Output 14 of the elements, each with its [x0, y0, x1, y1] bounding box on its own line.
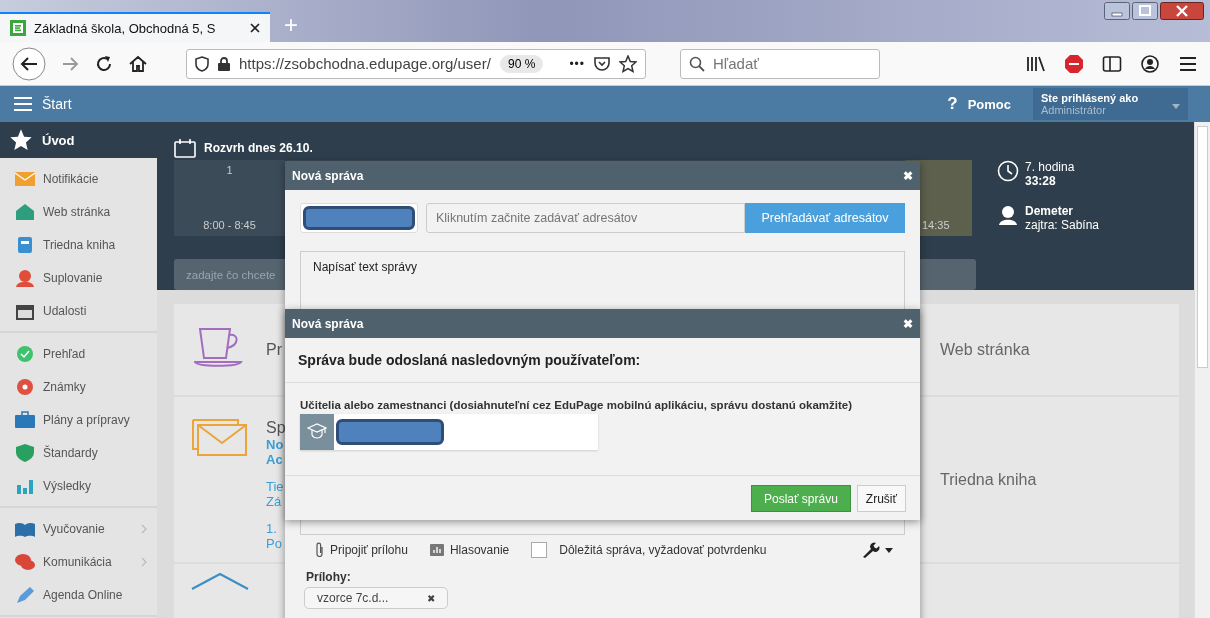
tomorrow-text: zajtra: Sabína [1025, 218, 1100, 232]
recipient-group-label: Učitelia alebo zamestnanci (dosiahnuteľní cez EduPage mobilnú aplikáciu, správu dostanú okamžite) [300, 399, 854, 412]
period-label: 7. hodina [1025, 160, 1075, 174]
url-text: https://zsobchodna.edupage.org/user/ [239, 55, 492, 72]
dialog-heading: Správa bude odoslaná nasledovným používateľom: [285, 338, 920, 383]
countdown-text: 33:28 [1025, 174, 1057, 188]
attachments-label: Prílohy: [305, 570, 352, 584]
tab-title: Základná škola, Obchodná 5, S [34, 20, 217, 36]
teacher-name: Demeter [1025, 204, 1075, 218]
timetable-title: Rozvrh dnes 26.10. [204, 141, 313, 155]
card-title: Pr [266, 340, 282, 359]
dialog-title: Nová správa [292, 316, 364, 331]
dialog-title: Nová správa [292, 168, 364, 183]
card-title: Sp [266, 419, 286, 437]
